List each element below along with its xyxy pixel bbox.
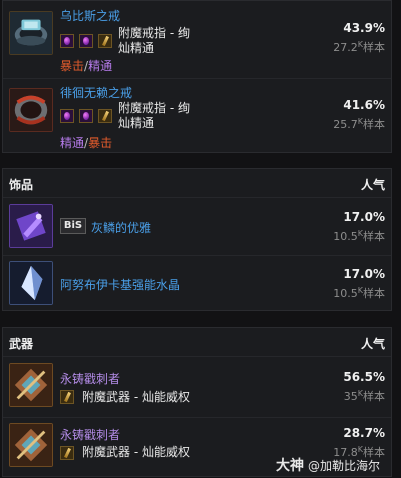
- popularity-value: 56.5%: [343, 370, 385, 384]
- secondary-stats: 暴击/精通: [60, 59, 113, 73]
- weapon-enchant-text: 附魔武器 - 灿能威权: [82, 390, 190, 404]
- enchant-icon: [60, 390, 74, 404]
- ring-icon: [9, 11, 53, 55]
- sample-count: 27.2K样本: [333, 40, 385, 54]
- popularity-column-header: 人气: [360, 178, 385, 192]
- trinket-name[interactable]: 阿努布伊卡基强能水晶: [60, 276, 180, 293]
- ring-name[interactable]: 徘徊无赖之戒: [60, 84, 132, 101]
- popularity-column-header: 人气: [360, 337, 385, 351]
- trinket-row[interactable]: 阿努布伊卡基强能水晶 17.0% 10.5K样本: [3, 255, 391, 312]
- popularity-value: 41.6%: [343, 98, 385, 112]
- popularity-value: 28.7%: [343, 426, 385, 440]
- bis-badge: BiS: [60, 218, 86, 234]
- enchant-text-line2: 灿精通: [118, 41, 155, 55]
- popularity-value: 17.0%: [343, 267, 385, 281]
- gem-icon: [79, 109, 93, 123]
- enchant-icon: [60, 446, 74, 460]
- crystal-icon: [9, 261, 53, 305]
- weapon-icon: [9, 363, 53, 407]
- ring-icon: [9, 88, 53, 132]
- popularity-value: 17.0%: [343, 210, 385, 224]
- enchant-text-line1: 附魔戒指 - 绚: [118, 101, 190, 115]
- watermark: 大神 @加勒比海尔: [276, 455, 380, 475]
- section-title: 武器: [9, 337, 34, 351]
- trinket-row[interactable]: BiS 灰鳞的优雅 17.0% 10.5K样本: [3, 198, 391, 255]
- weapon-icon: [9, 423, 53, 467]
- stat-crit: 暴击: [88, 136, 113, 150]
- stat-crit: 暴击: [60, 59, 85, 73]
- popularity-value: 43.9%: [343, 21, 385, 35]
- sample-count: 25.7K样本: [333, 117, 385, 131]
- weapon-name[interactable]: 永铸戳刺者: [60, 370, 120, 387]
- section-header: 饰品 人气: [3, 169, 391, 198]
- ring-row[interactable]: 徘徊无赖之戒 附魔戒指 - 绚 灿精通 精通/暴击 41.6% 25.7K样本: [3, 78, 391, 155]
- watermark-handle: @加勒比海尔: [308, 459, 381, 473]
- rings-panel: 乌比斯之戒 附魔戒指 - 绚 灿精通 暴击/精通 43.9% 27.2K样本 徘…: [2, 0, 392, 153]
- weapon-row[interactable]: 永铸戳刺者 附魔武器 - 灿能威权 56.5% 35K样本: [3, 357, 391, 417]
- ring-row[interactable]: 乌比斯之戒 附魔戒指 - 绚 灿精通 暴击/精通 43.9% 27.2K样本: [3, 1, 391, 78]
- sample-count: 10.5K样本: [333, 229, 385, 243]
- secondary-stats: 精通/暴击: [60, 136, 113, 150]
- ring-name[interactable]: 乌比斯之戒: [60, 7, 120, 24]
- trinkets-panel: 饰品 人气 BiS 灰鳞的优雅 17.0% 10.5K样本 阿努布伊卡基强能水晶…: [2, 168, 392, 311]
- enchant-text-line1: 附魔戒指 - 绚: [118, 26, 190, 40]
- enchant-icon: [98, 109, 112, 123]
- stat-mastery: 精通: [88, 59, 113, 73]
- stat-mastery: 精通: [60, 136, 85, 150]
- trinket-icon: [9, 204, 53, 248]
- weapon-name[interactable]: 永铸戳刺者: [60, 426, 120, 443]
- section-title: 饰品: [9, 178, 34, 192]
- watermark-brand: 大神: [276, 458, 304, 474]
- sample-count: 10.5K样本: [333, 286, 385, 300]
- enchant-icon: [98, 34, 112, 48]
- gem-icon: [60, 34, 74, 48]
- gem-icon: [79, 34, 93, 48]
- gem-icon: [60, 109, 74, 123]
- weapon-enchant-text: 附魔武器 - 灿能威权: [82, 445, 190, 459]
- sample-count: 35K样本: [343, 389, 385, 403]
- enchant-text-line2: 灿精通: [118, 116, 155, 130]
- section-header: 武器 人气: [3, 328, 391, 357]
- trinket-name[interactable]: 灰鳞的优雅: [91, 219, 151, 236]
